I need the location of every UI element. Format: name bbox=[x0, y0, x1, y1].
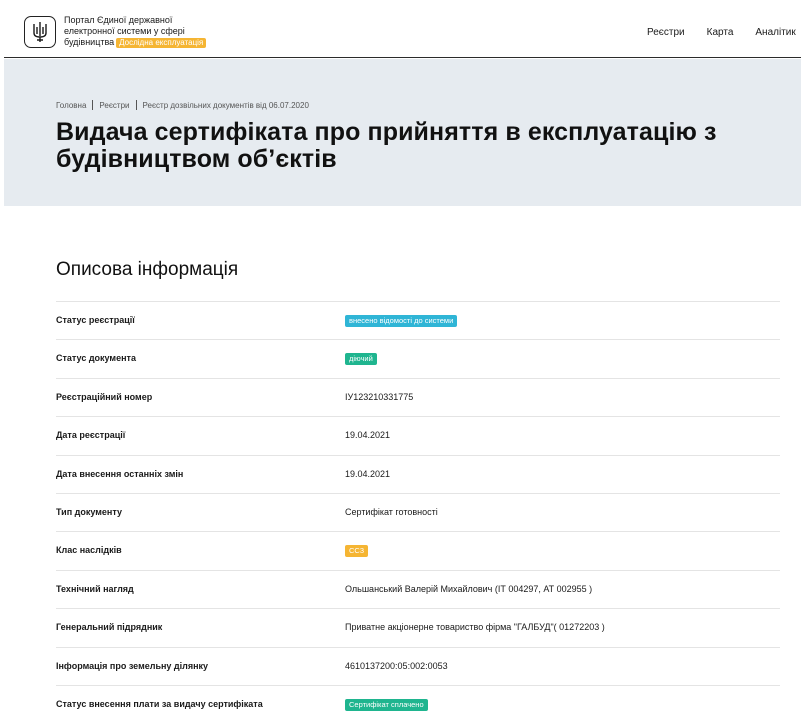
main-nav: Реєстри Карта Аналітик bbox=[647, 27, 796, 38]
status-badge: СС3 bbox=[345, 545, 369, 558]
row-label: Реєстраційний номер bbox=[56, 391, 153, 402]
breadcrumb-home[interactable]: Головна bbox=[56, 101, 86, 110]
breadcrumb-divider bbox=[92, 100, 94, 110]
nav-item-analytics[interactable]: Аналітик bbox=[755, 27, 795, 38]
row-value: Приватне акціонерне товариство фірма "ГА… bbox=[345, 622, 605, 633]
status-badge: діючий bbox=[345, 353, 377, 366]
section-title: Описова інформація bbox=[56, 259, 239, 280]
breadcrumb: Головна Реєстри Реєстр дозвільних докуме… bbox=[56, 100, 309, 110]
portal-name-line1: Портал Єдиної державної bbox=[64, 15, 173, 25]
table-row: Технічний нагляд Ольшанський Валерій Миха… bbox=[56, 569, 780, 608]
row-value: 19.04.2021 bbox=[345, 468, 391, 479]
row-label: Тип документу bbox=[56, 506, 122, 517]
row-value: Ольшанський Валерій Михайлович (ІТ 00429… bbox=[345, 583, 593, 594]
trident-logo-icon[interactable] bbox=[24, 16, 56, 48]
breadcrumb-divider bbox=[135, 100, 137, 110]
row-value-cell: внесено відомості до системи bbox=[345, 315, 458, 327]
portal-name-line3: будівництва bbox=[64, 37, 115, 47]
table-row: Тип документу Сертифікат готовності bbox=[56, 492, 780, 531]
page-title: Видача сертифіката про прийняття в експл… bbox=[56, 119, 717, 173]
row-value: 4610137200:05:002:0053 bbox=[345, 660, 448, 671]
page-title-line1: Видача сертифіката про прийняття в експл… bbox=[56, 118, 717, 146]
row-value-cell: СС3 bbox=[345, 545, 369, 558]
row-label: Дата внесення останніх змін bbox=[56, 468, 184, 479]
trident-icon bbox=[33, 22, 47, 42]
row-label: Інформація про земельну ділянку bbox=[56, 660, 209, 671]
row-value: ІУ123210331775 bbox=[345, 391, 414, 402]
row-value-cell: діючий bbox=[345, 353, 377, 366]
table-row: Статус внесення плати за видачу сертифік… bbox=[56, 684, 780, 723]
table-row: Реєстраційний номер ІУ123210331775 bbox=[56, 377, 780, 416]
info-table: Статус реєстрації внесено відомості до си… bbox=[56, 301, 780, 723]
breadcrumb-current[interactable]: Реєстр дозвільних документів від 06.07.2… bbox=[143, 101, 309, 110]
row-label: Дата реєстрації bbox=[56, 430, 126, 441]
row-value-cell: Сертифікат сплачено bbox=[345, 698, 428, 711]
beta-badge: Дослідна експлуатація bbox=[116, 38, 207, 48]
table-row: Генеральний підрядник Приватне акціонерне… bbox=[56, 608, 780, 646]
row-label: Статус документа bbox=[56, 353, 136, 364]
table-row: Дата реєстрації 19.04.2021 bbox=[56, 416, 780, 454]
row-label: Генеральний підрядник bbox=[56, 622, 163, 633]
site-header: Портал Єдиної державної електронної сист… bbox=[4, 4, 801, 58]
table-row: Дата внесення останніх змін 19.04.2021 bbox=[56, 454, 780, 493]
nav-item-map[interactable]: Карта bbox=[707, 27, 734, 38]
row-label: Технічний нагляд bbox=[56, 583, 134, 594]
portal-name[interactable]: Портал Єдиної державної електронної сист… bbox=[64, 15, 234, 48]
table-row: Клас наслідків СС3 bbox=[56, 531, 780, 569]
row-value: Сертифікат готовності bbox=[345, 506, 438, 517]
page-title-line2: будівництвом об’єктів bbox=[56, 145, 337, 173]
row-value: 19.04.2021 bbox=[345, 430, 391, 441]
page: Портал Єдиної державної електронної сист… bbox=[0, 0, 801, 728]
portal-name-line2: електронної системи у сфері bbox=[64, 26, 185, 36]
row-label: Клас наслідків bbox=[56, 545, 122, 556]
status-badge: внесено відомості до системи bbox=[345, 315, 458, 327]
breadcrumb-registries[interactable]: Реєстри bbox=[99, 101, 129, 110]
status-badge: Сертифікат сплачено bbox=[345, 698, 428, 711]
page-hero: Головна Реєстри Реєстр дозвільних докуме… bbox=[4, 59, 801, 206]
table-row: Інформація про земельну ділянку 461013720… bbox=[56, 646, 780, 685]
row-label: Статус внесення плати за видачу сертифік… bbox=[56, 698, 263, 709]
nav-item-registries[interactable]: Реєстри bbox=[647, 27, 685, 38]
row-label: Статус реєстрації bbox=[56, 315, 135, 325]
table-row: Статус реєстрації внесено відомості до си… bbox=[56, 301, 780, 339]
table-row: Статус документа діючий bbox=[56, 339, 780, 377]
